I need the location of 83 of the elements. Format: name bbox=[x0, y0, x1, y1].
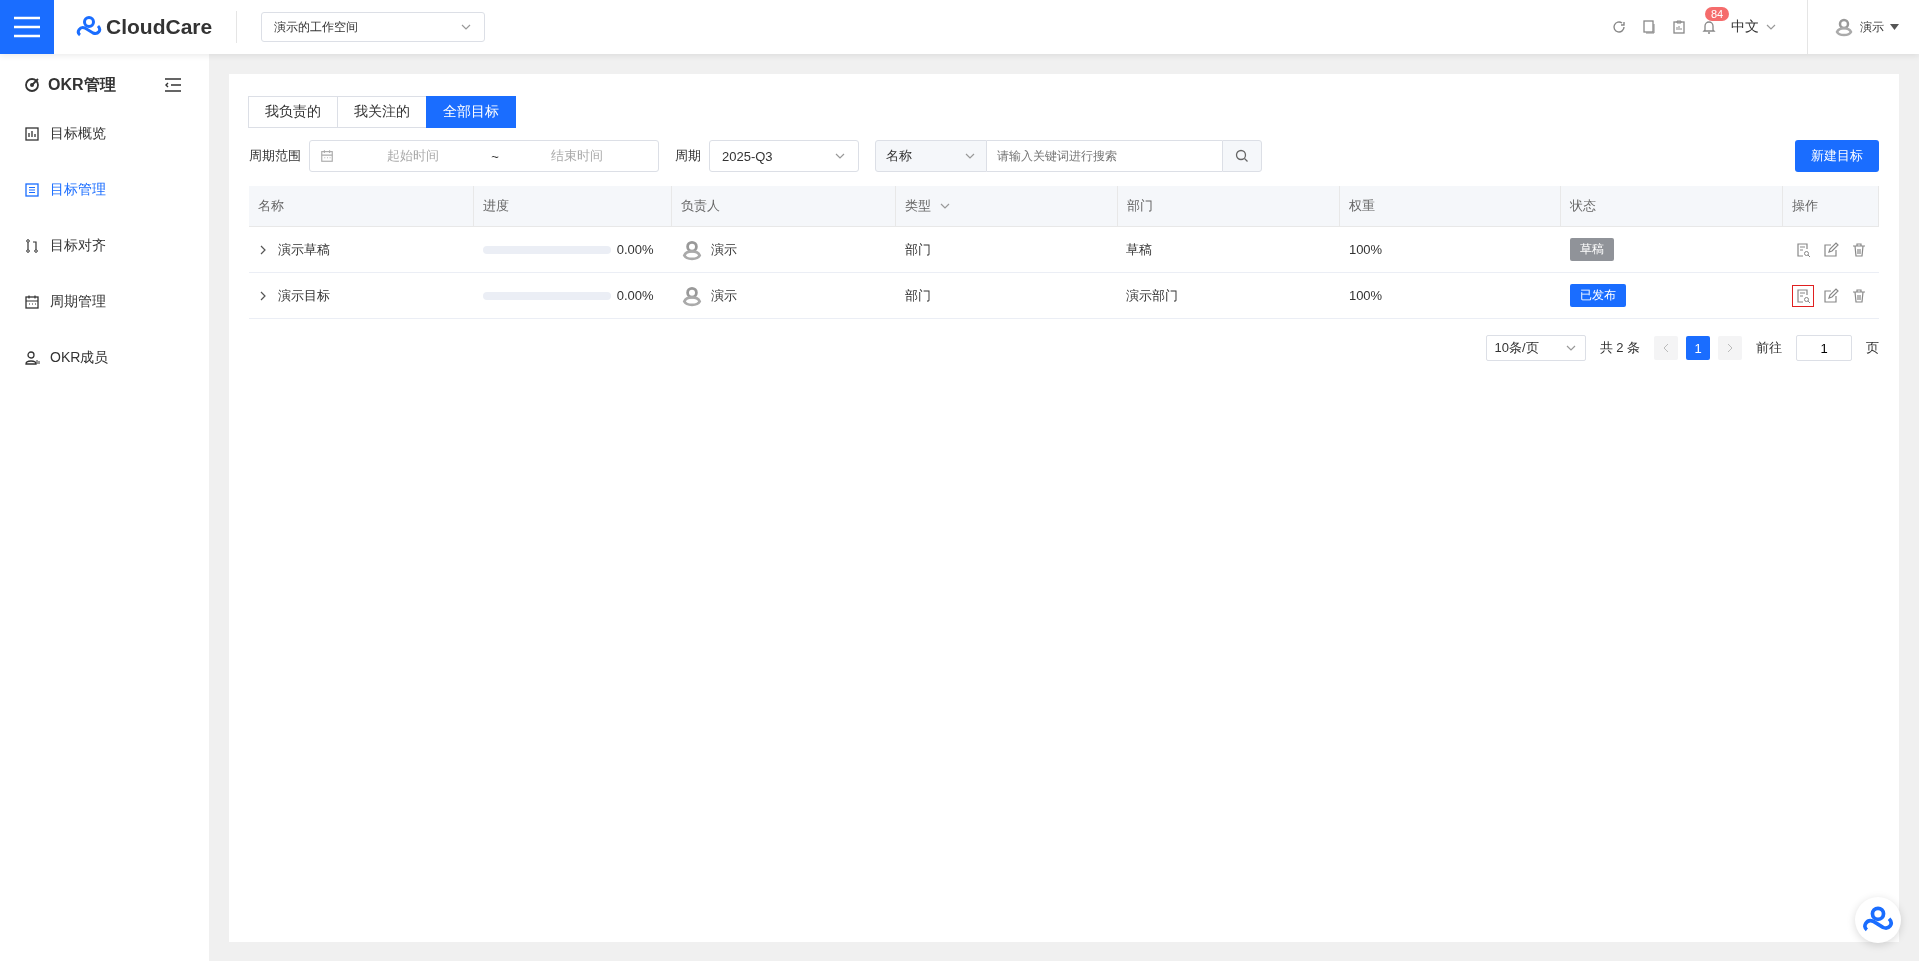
logo-icon bbox=[76, 15, 102, 39]
column-header[interactable]: 类型 bbox=[895, 186, 1118, 227]
search-button[interactable] bbox=[1222, 140, 1262, 172]
owner-name: 演示 bbox=[710, 286, 737, 305]
chevron-right-icon bbox=[258, 290, 268, 301]
avatar-icon bbox=[680, 238, 703, 261]
search-input[interactable]: 请输入关键词进行搜索 bbox=[987, 140, 1222, 172]
status-tag: 已发布 bbox=[1569, 284, 1626, 307]
calendar-icon bbox=[320, 149, 334, 163]
sidebar-item[interactable]: OKR成员 bbox=[0, 330, 209, 386]
date-range-field[interactable]: 起始时间 ~ 结束时间 bbox=[309, 140, 659, 172]
table-cell: 演示部门 bbox=[1117, 272, 1340, 319]
user-icon bbox=[24, 350, 40, 366]
period-label: 周期 bbox=[675, 147, 701, 165]
chevron-right-icon bbox=[1726, 343, 1734, 353]
chevron-right-icon bbox=[258, 244, 268, 255]
menu-icon bbox=[14, 16, 40, 38]
goto-page-input[interactable]: 1 bbox=[1796, 335, 1852, 361]
chevron-left-icon bbox=[1662, 343, 1670, 353]
column-header: 负责人 bbox=[671, 186, 896, 227]
table-cell: 草稿 bbox=[1117, 226, 1340, 273]
logo-text: CloudCare bbox=[106, 15, 213, 39]
clipboard-icon[interactable] bbox=[1671, 19, 1687, 35]
calendar-icon bbox=[24, 294, 40, 310]
table-cell: 部门 bbox=[895, 226, 1118, 273]
trash-icon bbox=[1850, 241, 1867, 258]
bell-icon[interactable] bbox=[1701, 19, 1717, 35]
tab[interactable]: 全部目标 bbox=[426, 96, 516, 128]
align-icon bbox=[24, 238, 40, 254]
menu-button[interactable] bbox=[0, 0, 54, 54]
goto-label: 前往 bbox=[1756, 339, 1782, 357]
avatar-icon bbox=[680, 284, 703, 307]
goal-name: 演示草稿 bbox=[278, 240, 330, 259]
page-number[interactable]: 1 bbox=[1686, 336, 1710, 360]
edit-icon bbox=[1822, 241, 1839, 258]
notification-badge: 84 bbox=[1705, 7, 1730, 21]
document-icon[interactable] bbox=[1641, 19, 1657, 35]
expand-button[interactable] bbox=[258, 244, 268, 255]
collapse-icon[interactable] bbox=[165, 78, 181, 92]
view-button[interactable] bbox=[1791, 284, 1814, 307]
column-header: 进度 bbox=[473, 186, 672, 227]
status-tag: 草稿 bbox=[1569, 238, 1614, 261]
sidebar-item[interactable]: 目标对齐 bbox=[0, 218, 209, 274]
progress-text: 0.00% bbox=[616, 288, 654, 303]
document-search-icon bbox=[1794, 241, 1811, 258]
chart-icon bbox=[24, 126, 40, 142]
page-suffix: 页 bbox=[1866, 339, 1879, 357]
progress-text: 0.00% bbox=[616, 242, 654, 257]
edit-icon bbox=[1822, 287, 1839, 304]
search-field-select[interactable]: 名称 bbox=[875, 140, 987, 172]
tab[interactable]: 我负责的 bbox=[248, 96, 338, 128]
sidebar-item[interactable]: 目标概览 bbox=[0, 106, 209, 162]
expand-button[interactable] bbox=[258, 290, 268, 301]
sidebar-title: OKR管理 bbox=[48, 74, 116, 95]
caret-icon bbox=[1890, 24, 1899, 30]
trash-icon bbox=[1850, 287, 1867, 304]
sidebar-item[interactable]: 目标管理 bbox=[0, 162, 209, 218]
column-header: 操作 bbox=[1782, 186, 1879, 227]
target-icon bbox=[24, 77, 40, 93]
list-icon bbox=[24, 182, 40, 198]
language-select[interactable]: 中文 bbox=[1731, 18, 1777, 36]
period-select[interactable]: 2025-Q3 bbox=[709, 140, 859, 172]
table-cell: 部门 bbox=[895, 272, 1118, 319]
avatar-icon bbox=[1834, 17, 1854, 37]
column-header: 状态 bbox=[1560, 186, 1783, 227]
column-header: 部门 bbox=[1117, 186, 1340, 227]
column-header: 名称 bbox=[249, 186, 474, 227]
total-count: 共 2 条 bbox=[1599, 339, 1640, 357]
column-header: 权重 bbox=[1339, 186, 1561, 227]
owner-name: 演示 bbox=[710, 240, 737, 259]
search-icon bbox=[1235, 149, 1249, 163]
sidebar-item[interactable]: 周期管理 bbox=[0, 274, 209, 330]
table-cell: 100% bbox=[1339, 226, 1561, 273]
refresh-icon[interactable] bbox=[1611, 19, 1627, 35]
workspace-select[interactable]: 演示的工作空间 bbox=[261, 12, 486, 42]
document-search-icon bbox=[1794, 287, 1811, 304]
page-size-select[interactable]: 10条/页 bbox=[1485, 335, 1586, 361]
goal-name: 演示目标 bbox=[278, 286, 330, 305]
user-menu[interactable]: 演示 bbox=[1807, 0, 1919, 54]
table-cell: 100% bbox=[1339, 272, 1561, 319]
tab[interactable]: 我关注的 bbox=[337, 96, 427, 128]
range-label: 周期范围 bbox=[249, 147, 301, 165]
new-goal-button[interactable]: 新建目标 bbox=[1795, 140, 1879, 172]
